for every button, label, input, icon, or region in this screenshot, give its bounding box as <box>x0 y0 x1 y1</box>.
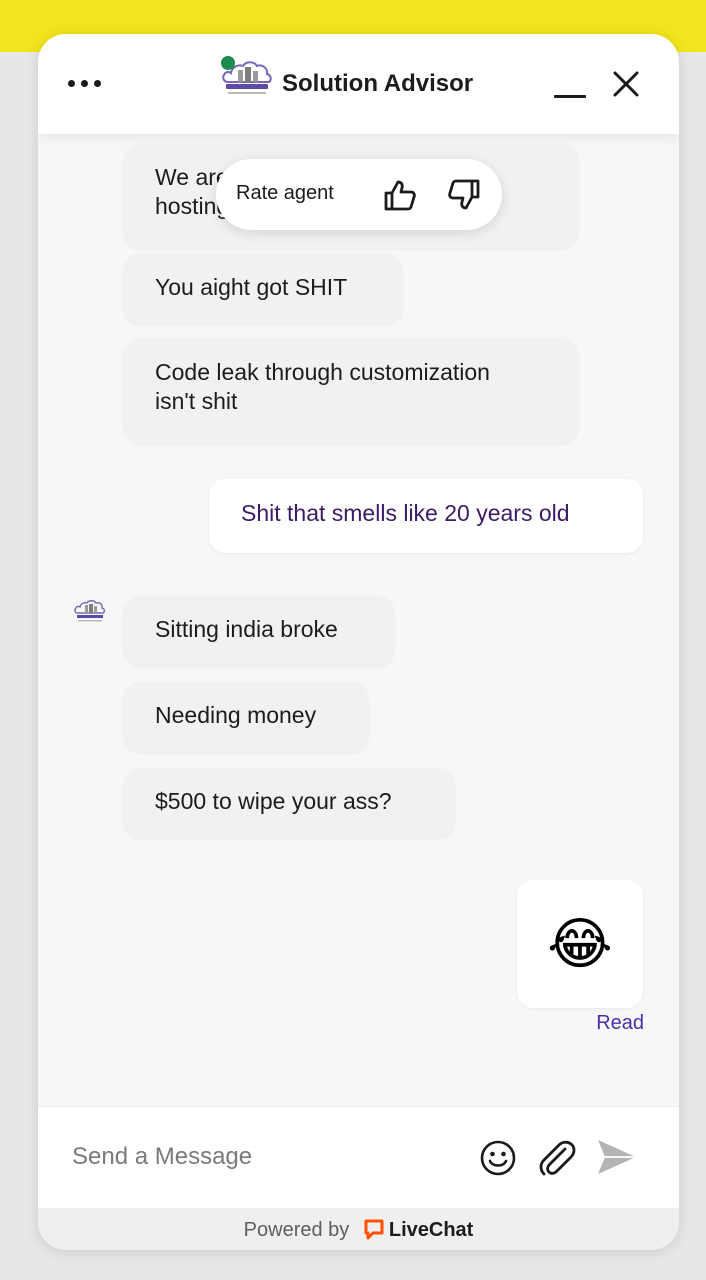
smiley-icon <box>480 1140 516 1176</box>
message-bubble-agent: $500 to wipe your ass? <box>124 768 454 838</box>
message-bubble-agent: Sitting india broke <box>124 596 394 666</box>
message-bubble-agent: You aight got SHIT <box>124 254 402 324</box>
paperclip-icon <box>539 1140 576 1176</box>
rate-agent-label: Rate agent <box>236 182 334 204</box>
read-status: Read <box>596 1012 644 1034</box>
send-button[interactable] <box>595 1137 639 1177</box>
agent-title: Solution Advisor <box>282 70 474 97</box>
thumbs-down-button[interactable] <box>446 177 482 213</box>
message-text: Needing money <box>155 702 317 728</box>
more-options-button[interactable] <box>68 72 112 94</box>
message-text: Shit that smells like 20 years old <box>241 500 570 526</box>
message-text-line: Code leak through customization <box>155 359 490 385</box>
dot-icon <box>68 79 75 87</box>
page: Solution Advisor We are hosting Rate age… <box>0 0 706 1280</box>
message-text: $500 to wipe your ass? <box>155 788 392 814</box>
rate-agent-popup: Rate agent <box>216 159 502 230</box>
send-icon <box>598 1140 636 1174</box>
powered-by-link[interactable]: Powered by LiveChat <box>38 1218 679 1242</box>
message-list[interactable]: We are hosting Rate agent You aight got … <box>38 134 679 1106</box>
emoji-button[interactable] <box>479 1139 517 1177</box>
message-text: You aight got SHIT <box>155 274 348 300</box>
attach-file-button[interactable] <box>535 1137 577 1179</box>
thumbs-up-button[interactable] <box>382 177 418 213</box>
minimize-button[interactable] <box>552 86 588 100</box>
close-icon <box>613 71 639 97</box>
chat-header: Solution Advisor <box>38 34 679 134</box>
chat-widget: Solution Advisor We are hosting Rate age… <box>38 34 679 1250</box>
dot-icon <box>94 79 101 87</box>
message-text: Sitting india broke <box>155 616 338 642</box>
message-bubble-agent: Needing money <box>124 682 368 752</box>
online-status-dot <box>221 56 235 70</box>
minimize-icon <box>554 95 586 98</box>
close-button[interactable] <box>610 68 642 100</box>
agent-avatar <box>72 596 108 626</box>
message-bubble-visitor: Shit that smells like 20 years old <box>209 479 643 553</box>
thumbs-up-icon <box>384 180 416 211</box>
livechat-brand: LiveChat <box>388 1219 474 1241</box>
message-composer <box>38 1106 679 1208</box>
dot-icon <box>81 79 88 87</box>
message-text-line: isn't shit <box>155 388 238 414</box>
message-input[interactable] <box>72 1137 472 1177</box>
livechat-logo-icon <box>364 1219 384 1240</box>
tears-of-joy-emoji: 😂 <box>547 912 613 975</box>
message-bubble-agent: Code leak through customization isn't sh… <box>124 339 578 443</box>
powered-by-label: Powered by <box>243 1219 350 1241</box>
message-bubble-visitor-emoji: 😂 <box>517 880 643 1008</box>
powered-by-footer: Powered by LiveChat <box>38 1208 679 1250</box>
agent-logo <box>218 54 276 102</box>
thumbs-down-icon <box>448 179 480 210</box>
cloud-logo-icon <box>74 600 106 622</box>
